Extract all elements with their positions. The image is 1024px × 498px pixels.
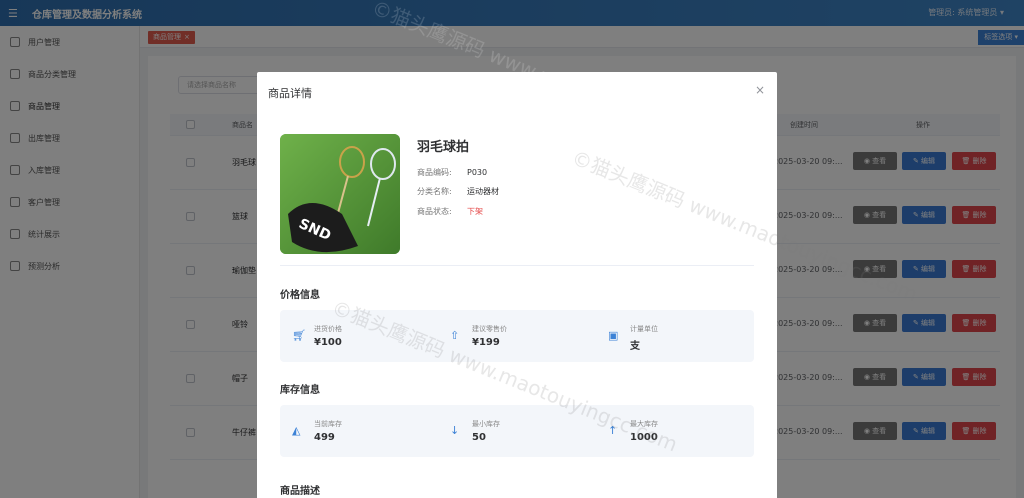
arrow-up-icon: ↑: [608, 424, 618, 437]
stat-label: 进货价格: [314, 325, 342, 333]
category-value: 运动器材: [467, 187, 499, 196]
dialog-title: 商品详情: [268, 87, 312, 100]
price-section-title: 价格信息: [280, 290, 320, 301]
product-status-row: 商品状态: 下架: [417, 206, 483, 217]
product-category-row: 分类名称: 运动器材: [417, 186, 499, 197]
product-code-row: 商品编码: P030: [417, 167, 487, 178]
code-label: 商品编码:: [417, 168, 452, 177]
stat-retail-price: ⇧ 建议零售价 ¥199: [438, 310, 596, 362]
stat-label: 最大库存: [630, 420, 658, 428]
stat-label: 最小库存: [472, 420, 500, 428]
code-value: P030: [467, 168, 488, 177]
close-icon[interactable]: ×: [755, 83, 765, 97]
stat-min-stock: ↓ 最小库存 50: [438, 405, 596, 457]
status-badge: 下架: [467, 207, 483, 216]
description-section-title: 商品描述: [280, 486, 320, 497]
stat-label: 当前库存: [314, 420, 342, 428]
status-label: 商品状态:: [417, 207, 452, 216]
bag-up-icon: ⇧: [450, 329, 460, 342]
stat-current-stock: ◭ 当前库存 499: [280, 405, 438, 457]
stat-value: ¥199: [472, 337, 500, 348]
product-detail-dialog: 商品详情 × SND 羽毛球拍 商品编码: P030 分类名称: 运动器材 商品状态…: [257, 72, 777, 498]
price-stats: 🛒︎ 进货价格 ¥100 ⇧ 建议零售价 ¥199 ▣ 计量单位 支: [280, 310, 754, 362]
stat-unit: ▣ 计量单位 支: [596, 310, 754, 362]
box-icon: ▣: [608, 329, 619, 342]
product-image: SND: [280, 134, 400, 254]
stock-section-title: 库存信息: [280, 385, 320, 396]
stat-value: 499: [314, 432, 335, 443]
stat-value: 支: [630, 341, 640, 352]
bag-icon: ◭: [292, 424, 301, 437]
stat-value: 50: [472, 432, 486, 443]
stat-max-stock: ↑ 最大库存 1000: [596, 405, 754, 457]
arrow-down-icon: ↓: [450, 424, 460, 437]
cart-icon: 🛒︎: [292, 329, 306, 342]
stock-stats: ◭ 当前库存 499 ↓ 最小库存 50 ↑ 最大库存 1000: [280, 405, 754, 457]
stat-value: 1000: [630, 432, 658, 443]
product-name: 羽毛球拍: [417, 140, 470, 155]
stat-label: 计量单位: [630, 325, 658, 333]
stat-value: ¥100: [314, 337, 342, 348]
category-label: 分类名称:: [417, 187, 452, 196]
stat-label: 建议零售价: [472, 325, 507, 333]
stat-purchase-price: 🛒︎ 进货价格 ¥100: [280, 310, 438, 362]
divider: [280, 265, 754, 266]
